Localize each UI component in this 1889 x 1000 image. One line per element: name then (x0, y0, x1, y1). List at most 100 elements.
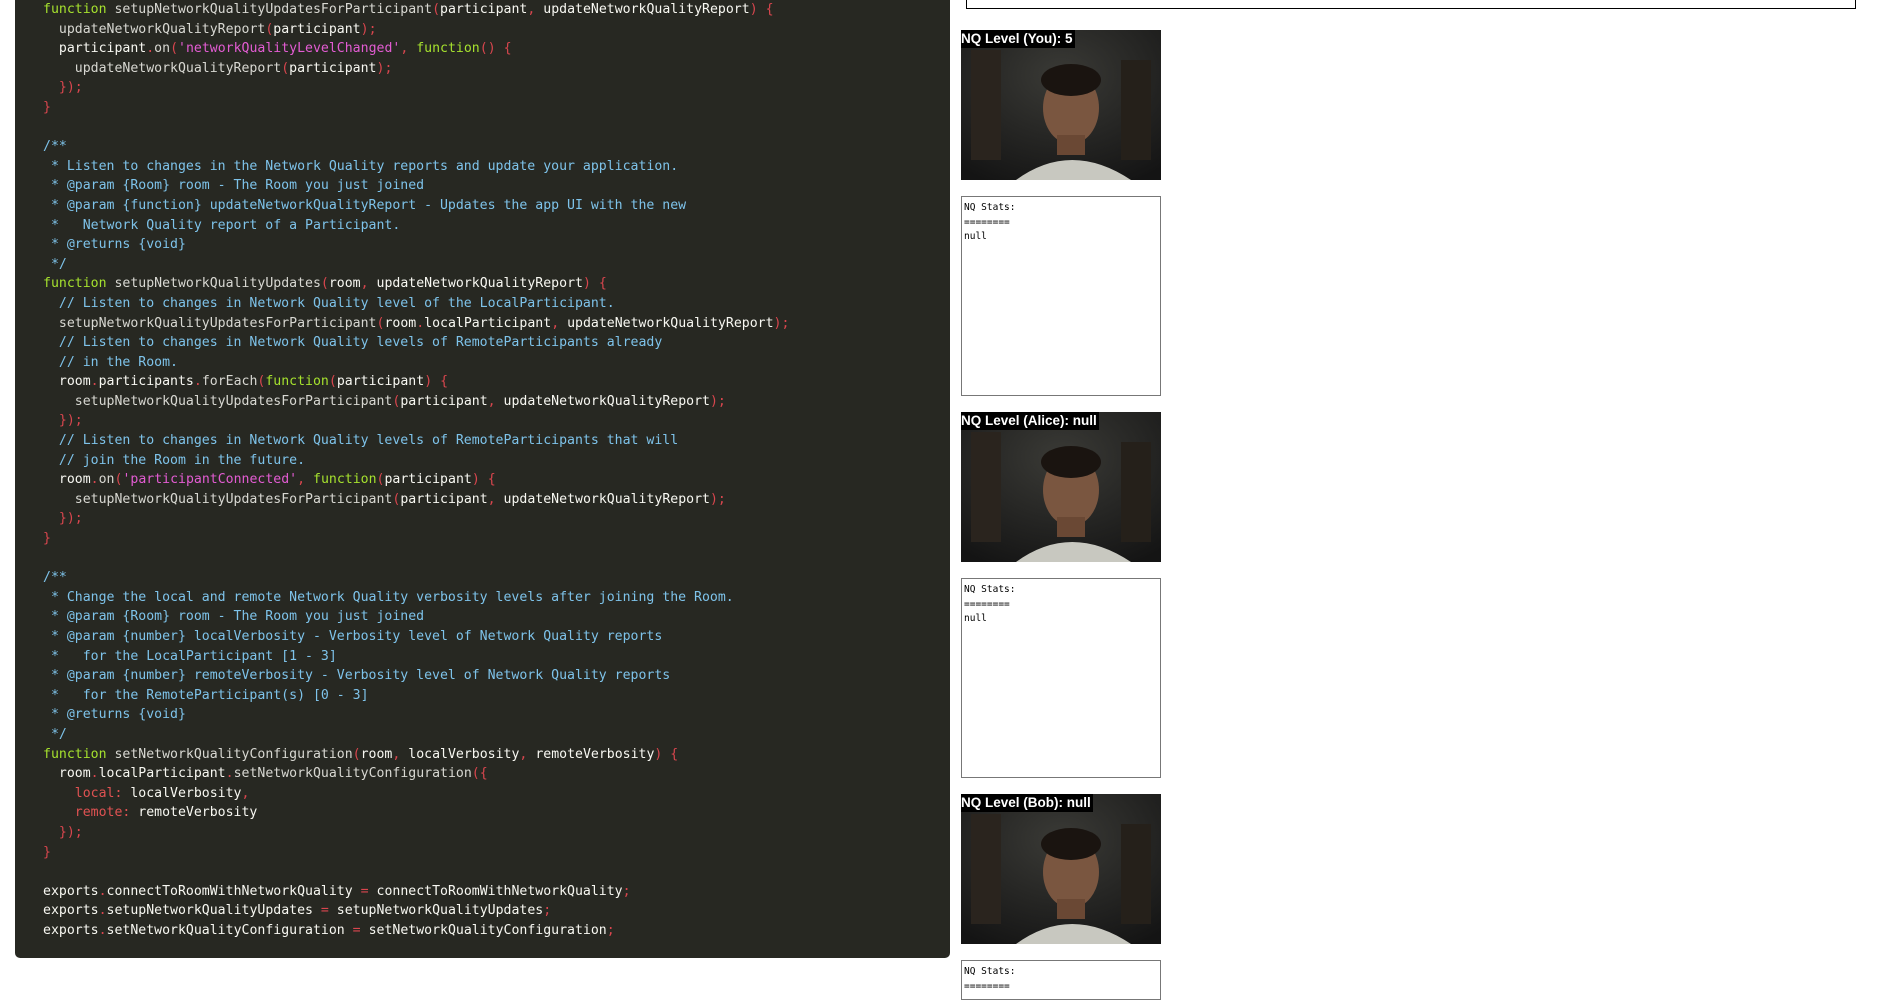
code-line: */ (43, 725, 950, 745)
code-line: // in the Room. (43, 353, 950, 373)
code-token: } (43, 99, 51, 115)
nq-level-label-alice: NQ Level (Alice): null (961, 412, 1099, 430)
code-token: function (43, 746, 115, 762)
nq-stats-alice: NQ Stats: ======== null (961, 578, 1161, 778)
code-token: setNetworkQualityConfiguration (368, 922, 607, 938)
code-token: updateNetworkQualityReport (376, 276, 583, 292)
code-line: exports.setNetworkQualityConfiguration =… (43, 921, 950, 941)
code-token: updateNetworkQualityReport (543, 2, 750, 17)
code-token: setupNetworkQualityUpdates (106, 903, 321, 919)
code-token: on (154, 41, 171, 57)
code-token: ( (320, 276, 329, 292)
nq-level-label-you: NQ Level (You): 5 (961, 30, 1075, 48)
code-token: ); (709, 393, 726, 409)
code-token: remoteVerbosity (138, 805, 258, 821)
code-token: ) { (424, 374, 449, 390)
code-token: ) { (654, 746, 679, 762)
code-token: ) { (582, 276, 607, 292)
code-token: room (43, 374, 91, 390)
code-token: ); (376, 60, 393, 76)
code-token: ({ (471, 766, 488, 782)
code-token: participant (440, 2, 528, 17)
code-token: . (416, 315, 425, 331)
code-token: setupNetworkQualityUpdatesForParticipant (74, 491, 393, 507)
code-token: ; (543, 903, 552, 919)
code-token: // Listen to changes in Network Quality … (43, 433, 679, 449)
code-token: localVerbosity (130, 785, 242, 801)
video-bob: NQ Level (Bob): null (961, 794, 1161, 944)
code-token: room (384, 315, 417, 331)
code-token: * for the RemoteParticipant(s) [0 - 3] (43, 687, 369, 703)
code-token: room (360, 746, 393, 762)
video-frame-alice (961, 412, 1161, 562)
code-token: = (352, 922, 369, 938)
code-token: = (320, 903, 337, 919)
code-token: function (43, 276, 115, 292)
code-token: ( (352, 746, 361, 762)
code-token: , (400, 41, 417, 57)
code-line: * @returns {void} (43, 235, 950, 255)
code-token: , (241, 785, 250, 801)
code-token: . (193, 374, 202, 390)
code-line: // Listen to changes in Network Quality … (43, 294, 950, 314)
code-token: room (43, 472, 91, 488)
code-token: setupNetworkQualityUpdates (114, 276, 321, 292)
code-token: room (43, 766, 91, 782)
code-line: function setupNetworkQualityUpdatesForPa… (43, 0, 950, 20)
code-token: * @returns {void} (43, 237, 186, 253)
code-token: . (90, 472, 99, 488)
code-line: room.participants.forEach(function(parti… (43, 372, 950, 392)
code-token: . (98, 883, 107, 899)
code-token: } (43, 844, 51, 860)
code-token: ( (328, 374, 337, 390)
code-token: * Network Quality report of a Participan… (43, 217, 401, 233)
code-line: updateNetworkQualityReport(participant); (43, 59, 950, 79)
code-token: exports (43, 903, 99, 919)
code-token: ); (709, 491, 726, 507)
code-token: . (90, 374, 99, 390)
code-token: * @param {Room} room - The Room you just… (43, 609, 425, 625)
code-token: on (98, 472, 115, 488)
code-token: */ (43, 256, 67, 272)
code-token: setupNetworkQualityUpdatesForParticipant (74, 393, 393, 409)
nq-stats-you: NQ Stats: ======== null (961, 196, 1161, 396)
code-token: participant (384, 472, 472, 488)
code-token: , (360, 276, 377, 292)
code-token: exports (43, 883, 99, 899)
code-line: } (43, 98, 950, 118)
code-token: , (519, 746, 536, 762)
code-line: participant.on('networkQualityLevelChang… (43, 39, 950, 59)
code-token: () { (479, 41, 512, 57)
nq-stats-bob: NQ Stats: ======== (961, 960, 1161, 1000)
code-line: }); (43, 823, 950, 843)
code-token: ; (606, 922, 615, 938)
code-line: * for the RemoteParticipant(s) [0 - 3] (43, 686, 950, 706)
code-line: exports.setupNetworkQualityUpdates = set… (43, 901, 950, 921)
code-token: }); (43, 824, 83, 840)
code-token: . (146, 41, 155, 57)
code-token: setupNetworkQualityUpdatesForParticipant (114, 2, 433, 17)
code-line: room.on('participantConnected', function… (43, 470, 950, 490)
code-token: ) { (749, 2, 774, 17)
code-line: setupNetworkQualityUpdatesForParticipant… (43, 392, 950, 412)
code-token: . (98, 922, 107, 938)
code-line: * @returns {void} (43, 705, 950, 725)
code-token: }); (43, 413, 83, 429)
code-snippet-panel: function setupNetworkQualityUpdatesForPa… (15, 0, 950, 958)
code-token: function (265, 374, 329, 390)
code-token: * @param {number} localVerbosity - Verbo… (43, 629, 663, 644)
code-line: }); (43, 411, 950, 431)
code-token: participant (400, 491, 488, 507)
code-line: * for the LocalParticipant [1 - 3] (43, 647, 950, 667)
code-token: function (416, 41, 480, 57)
code-line: // join the Room in the future. (43, 451, 950, 471)
code-line: * @param {number} localVerbosity - Verbo… (43, 627, 950, 647)
code-token: * for the LocalParticipant [1 - 3] (43, 648, 337, 664)
code-token: localParticipant (424, 315, 552, 331)
code-token: /** (43, 139, 67, 155)
code-token: . (90, 766, 99, 782)
